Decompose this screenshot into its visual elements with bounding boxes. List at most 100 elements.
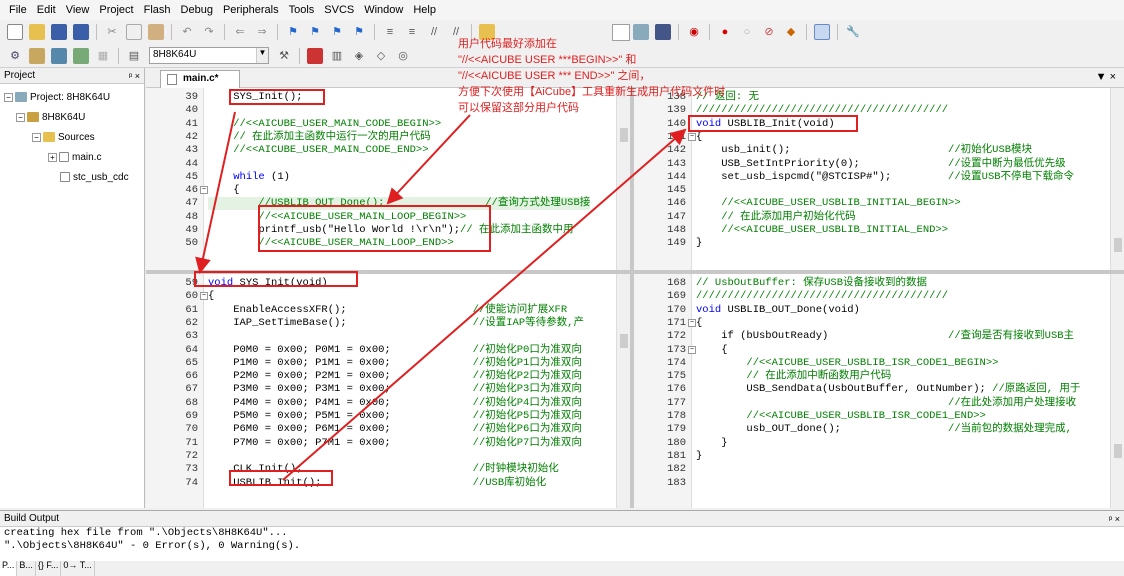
menu-item-help[interactable]: Help xyxy=(408,0,441,20)
code-line[interactable]: //<<AICUBE_USER_USBLIB_INITIAL_BEGIN>> xyxy=(696,197,960,210)
menu-item-svcs[interactable]: SVCS xyxy=(319,0,359,20)
rte-icon[interactable]: ◎ xyxy=(395,48,411,64)
code-line[interactable]: // 在此添加主函数中运行一次的用户代码 xyxy=(208,131,430,144)
code-line[interactable]: USB_SendData(UsbOutBuffer, OutNumber); /… xyxy=(696,383,1080,396)
target-options-icon[interactable]: ⚒ xyxy=(276,48,292,64)
code-line[interactable]: //<<AICUBE_USER_MAIN_CODE_END>> xyxy=(208,144,428,157)
menu-item-peripherals[interactable]: Peripherals xyxy=(218,0,284,20)
vertical-scrollbar[interactable] xyxy=(1110,274,1124,508)
code-line[interactable]: // UsbOutBuffer: 保存USB设备接收到的数据 xyxy=(696,277,927,290)
stop-build-icon[interactable]: ▦ xyxy=(95,48,111,64)
window-layout-icon[interactable] xyxy=(814,24,830,40)
fold-toggle-icon[interactable]: − xyxy=(688,318,696,327)
tree-item-project[interactable]: − Project: 8H8K64U xyxy=(2,88,142,108)
bookmark-next-icon[interactable]: ⚑ xyxy=(329,24,345,40)
menu-item-project[interactable]: Project xyxy=(94,0,138,20)
vertical-scrollbar[interactable] xyxy=(616,274,630,508)
batch-build-icon[interactable]: ▤ xyxy=(126,48,142,64)
code-line[interactable]: P6M0 = 0x00; P6M1 = 0x00; //初始化P6口为准双向 xyxy=(208,423,582,436)
new-file-icon[interactable] xyxy=(7,24,23,40)
cut-icon[interactable]: ✂ xyxy=(104,24,120,40)
comment-icon[interactable]: // xyxy=(426,24,442,40)
copy-icon[interactable] xyxy=(126,24,142,40)
code-line[interactable]: P7M0 = 0x00; P7M1 = 0x00; //初始化P7口为准双向 xyxy=(208,437,582,450)
code-line[interactable]: //<<AICUBE_USER_USBLIB_ISR_CODE1_BEGIN>> xyxy=(696,357,998,370)
tree-item-main-c[interactable]: + main.c xyxy=(2,148,142,168)
menu-item-flash[interactable]: Flash xyxy=(139,0,176,20)
code-line[interactable]: set_usb_ispcmd("@STCISP#"); //设置USB不停电下载… xyxy=(696,171,1074,184)
code-line[interactable]: P2M0 = 0x00; P2M1 = 0x00; //初始化P2口为准双向 xyxy=(208,370,582,383)
target-select[interactable]: 8H8K64U ▼ xyxy=(149,47,269,64)
code-line[interactable]: usb_OUT_done(); //当前包的数据处理完成, xyxy=(696,423,1072,436)
code-line[interactable]: //在此处添加用户处理接收 xyxy=(696,397,1076,410)
build-icon[interactable] xyxy=(29,47,45,64)
rebuild-icon[interactable] xyxy=(51,47,67,64)
code-line[interactable]: // 在此添加用户初始化代码 xyxy=(696,211,855,224)
bookmark-icon[interactable]: ⚑ xyxy=(285,24,301,40)
menu-item-debug[interactable]: Debug xyxy=(176,0,218,20)
code-line[interactable]: } xyxy=(696,437,727,450)
tree-item-sources[interactable]: − Sources xyxy=(2,128,142,148)
code-line[interactable]: { xyxy=(208,290,214,303)
fold-toggle-icon[interactable]: − xyxy=(200,292,208,301)
save-icon[interactable] xyxy=(51,24,67,40)
code-line[interactable]: { xyxy=(696,317,702,330)
fold-toggle-icon[interactable]: − xyxy=(688,345,696,354)
tree-item-stc-usb-cdc[interactable]: stc_usb_cdc xyxy=(2,168,142,188)
code-line[interactable]: //<<AICUBE_USER_USBLIB_ISR_CODE1_END>> xyxy=(696,410,985,423)
editor-pane-bottom-right[interactable]: 168 // UsbOutBuffer: 保存USB设备接收到的数据 169 ////… xyxy=(634,274,1124,508)
undo-icon[interactable]: ↶ xyxy=(179,24,195,40)
menu-item-file[interactable]: File xyxy=(4,0,32,20)
save-all-icon[interactable] xyxy=(73,24,89,40)
tab-main-c[interactable]: main.c* xyxy=(160,70,240,88)
code-line[interactable]: { xyxy=(696,344,727,357)
redo-icon[interactable]: ↷ xyxy=(201,24,217,40)
menu-item-tools[interactable]: Tools xyxy=(284,0,320,20)
translate-icon[interactable]: ⚙ xyxy=(7,48,23,64)
code-line[interactable]: P3M0 = 0x00; P3M1 = 0x00; //初始化P3口为准双向 xyxy=(208,383,582,396)
menu-item-window[interactable]: Window xyxy=(359,0,408,20)
code-line[interactable]: // 在此添加中断函数用户代码 xyxy=(696,370,891,383)
fold-toggle-icon[interactable]: − xyxy=(200,186,208,195)
code-line[interactable]: if (bUsbOutReady) //查询是否有接收到USB主 xyxy=(696,330,1074,343)
code-line[interactable]: { xyxy=(208,184,239,197)
code-line[interactable]: //<<AICUBE_USER_USBLIB_INITIAL_END>> xyxy=(696,224,948,237)
panel-pin-close-icon[interactable]: ᵖ × xyxy=(129,68,140,84)
nav-back-icon[interactable]: ⇐ xyxy=(232,24,248,40)
open-folder-icon[interactable] xyxy=(29,24,45,40)
breakpoint-kill-icon[interactable]: ⊘ xyxy=(761,24,777,40)
code-line[interactable]: P4M0 = 0x00; P4M1 = 0x00; //初始化P4口为准双向 xyxy=(208,397,582,410)
editor-pane-bottom-left[interactable]: 59 void SYS_Init(void) 60−{61 EnableAccess… xyxy=(146,274,630,508)
code-line[interactable]: } xyxy=(696,450,702,463)
code-line[interactable]: usb_init(); //初始化USB模块 xyxy=(696,144,1032,157)
code-line[interactable]: { xyxy=(696,131,702,144)
tree-item-target[interactable]: −8H8K64U xyxy=(2,108,142,128)
bookmark-prev-icon[interactable]: ⚑ xyxy=(307,24,323,40)
code-line[interactable]: IAP_SetTimeBase(); //设置IAP等待参数,产 xyxy=(208,317,584,330)
nav-forward-icon[interactable]: ⇒ xyxy=(254,24,270,40)
menu-item-edit[interactable]: Edit xyxy=(32,0,61,20)
code-line[interactable]: //<<AICUBE_USER_MAIN_CODE_BEGIN>> xyxy=(208,118,441,131)
close-icon[interactable]: ▼ × xyxy=(1096,71,1116,83)
breakpoint-clear-icon[interactable]: ◆ xyxy=(783,24,799,40)
code-line[interactable]: P1M0 = 0x00; P1M1 = 0x00; //初始化P1口为准双向 xyxy=(208,357,582,370)
fold-toggle-icon[interactable]: − xyxy=(688,132,696,141)
pack-installer-icon[interactable]: ◈ xyxy=(351,48,367,64)
code-line[interactable]: USB_SetIntPriority(0); //设置中断为最低优先级 xyxy=(696,158,1065,171)
bookmark-clear-icon[interactable]: ⚑ xyxy=(351,24,367,40)
paste-icon[interactable] xyxy=(148,24,164,40)
menu-item-view[interactable]: View xyxy=(61,0,95,20)
code-line[interactable]: void USBLIB_OUT_Done(void) xyxy=(696,304,860,317)
code-line[interactable]: P5M0 = 0x00; P5M1 = 0x00; //初始化P5口为准双向 xyxy=(208,410,582,423)
panel-close-icon[interactable]: ᵖ × xyxy=(1109,511,1120,527)
vertical-scrollbar[interactable] xyxy=(1110,88,1124,270)
code-line[interactable]: } xyxy=(696,237,702,250)
code-line[interactable]: EnableAccessXFR(); //使能访问扩展XFR xyxy=(208,304,567,317)
file-extensions-icon[interactable]: ▥ xyxy=(329,48,345,64)
unindent-icon[interactable]: ≡ xyxy=(404,24,420,40)
download-icon[interactable] xyxy=(73,47,89,64)
select-packs-icon[interactable]: ◇ xyxy=(373,48,389,64)
code-line[interactable]: while (1) xyxy=(208,171,290,184)
code-line[interactable]: P0M0 = 0x00; P0M1 = 0x00; //初始化P0口为准双向 xyxy=(208,344,582,357)
code-line[interactable]: //////////////////////////////////////// xyxy=(696,290,948,303)
